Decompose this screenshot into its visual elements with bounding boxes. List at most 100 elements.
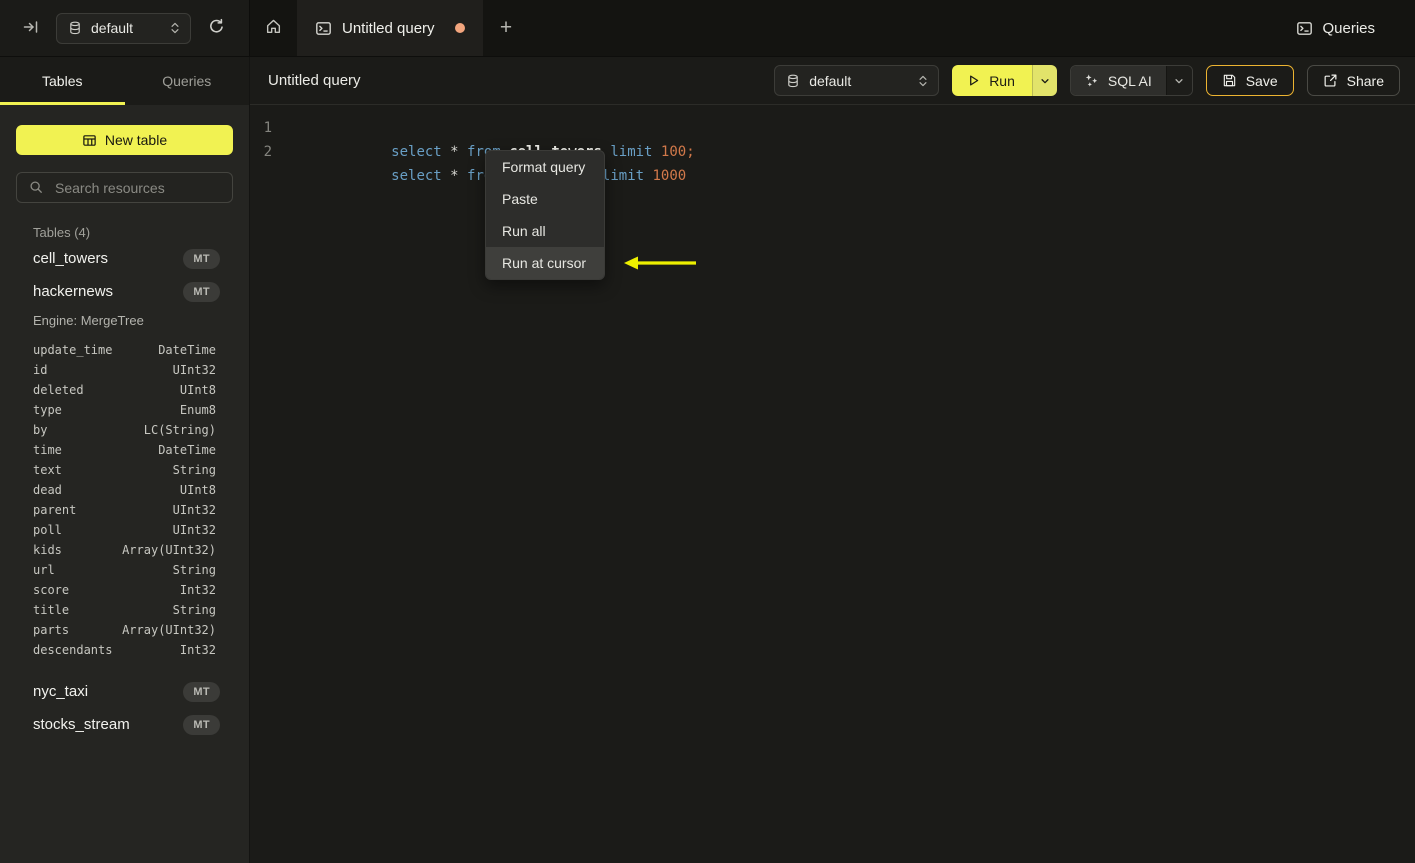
unsaved-changes-dot: [455, 23, 465, 33]
terminal-icon: [1296, 20, 1313, 37]
sql-editor[interactable]: 1 select * from cell_towers limit 100; 2…: [250, 105, 1415, 863]
table-column-row: time DateTime: [16, 440, 233, 460]
refresh-button[interactable]: [204, 14, 229, 42]
tab-label: Untitled query: [342, 19, 435, 37]
top-bar-left: default: [0, 0, 250, 56]
code-token: limit: [601, 168, 653, 184]
column-type: UInt32: [172, 523, 216, 537]
code-text: select * from cell_towers limit 100;: [290, 116, 694, 160]
sidebar-tab-queries[interactable]: Queries: [125, 57, 250, 105]
column-type: DateTime: [158, 343, 216, 357]
new-tab-button[interactable]: +: [483, 0, 529, 56]
table-column-row: dead UInt8: [16, 480, 233, 500]
collapse-sidebar-icon: [23, 19, 39, 38]
sidebar-item-cell-towers[interactable]: cell_towers MT: [16, 242, 233, 275]
column-type: UInt8: [179, 483, 216, 497]
new-table-button[interactable]: New table: [16, 125, 233, 155]
engine-badge: MT: [183, 681, 220, 702]
database-selector-top[interactable]: default: [56, 12, 191, 44]
database-icon: [68, 21, 82, 35]
share-button[interactable]: Share: [1306, 65, 1400, 96]
sql-console-app: default Untitled query + Queries Tables …: [0, 0, 1415, 863]
column-name: poll: [33, 523, 62, 537]
column-name: title: [33, 603, 70, 617]
table-column-row: update_time DateTime: [16, 340, 233, 360]
save-button[interactable]: Save: [1205, 65, 1294, 96]
sidebar-tab-tables[interactable]: Tables: [0, 57, 125, 105]
table-column-row: deleted UInt8: [16, 380, 233, 400]
save-icon: [1222, 73, 1237, 88]
column-name: update_time: [33, 343, 113, 357]
context-menu-item[interactable]: Run all: [486, 215, 604, 247]
sidebar-item-stocks-stream[interactable]: stocks_stream MT: [16, 708, 233, 741]
table-grid-icon: [82, 133, 97, 148]
sidebar-tabs: Tables Queries: [0, 57, 249, 105]
sql-ai-options-button[interactable]: [1165, 66, 1192, 95]
code-token: select: [391, 168, 451, 184]
table-column-row: poll UInt32: [16, 520, 233, 540]
database-selector-toolbar[interactable]: default: [774, 65, 940, 96]
column-name: descendants: [33, 643, 113, 657]
tab-strip: Untitled query +: [250, 0, 1296, 56]
context-menu-item[interactable]: Format query: [486, 151, 604, 183]
home-button[interactable]: [250, 0, 297, 56]
sidebar-item-nyc-taxi[interactable]: nyc_taxi MT: [16, 675, 233, 708]
sql-ai-button[interactable]: SQL AI: [1070, 66, 1166, 95]
table-name: hackernews: [33, 283, 114, 300]
code-line-1: 1 select * from cell_towers limit 100;: [250, 116, 1415, 160]
column-name: url: [33, 563, 55, 577]
table-engine-info: Engine: MergeTree: [33, 313, 144, 328]
table-column-row: kids Array(UInt32): [16, 540, 233, 560]
column-name: by: [33, 423, 48, 437]
database-icon: [786, 74, 800, 88]
table-column-row: url String: [16, 560, 233, 580]
column-type: Int32: [179, 643, 216, 657]
home-icon: [265, 18, 282, 38]
chevron-updown-icon: [918, 74, 928, 88]
table-name: nyc_taxi: [33, 683, 89, 700]
sidebar-item-hackernews[interactable]: hackernews MT: [16, 275, 233, 308]
sidebar-content: New table Tables (4) cell_towers MT hack…: [0, 105, 249, 863]
run-options-button[interactable]: [1031, 65, 1057, 96]
table-name: cell_towers: [33, 250, 109, 267]
collapse-sidebar-button[interactable]: [19, 15, 43, 42]
search-input[interactable]: [16, 172, 233, 203]
sidebar: Tables Queries New table Tables (4) cell…: [0, 57, 250, 863]
column-name: parts: [33, 623, 70, 637]
queries-button[interactable]: Queries: [1296, 20, 1375, 37]
save-button-label: Save: [1245, 72, 1278, 89]
table-column-row: by LC(String): [16, 420, 233, 440]
engine-badge: MT: [183, 248, 220, 269]
table-column-row: parts Array(UInt32): [16, 620, 233, 640]
top-bar: default Untitled query + Queries: [0, 0, 1415, 57]
column-name: id: [33, 363, 48, 377]
chevron-updown-icon: [170, 21, 180, 35]
column-type: UInt32: [172, 503, 216, 517]
tables-section-header: Tables (4): [33, 225, 91, 240]
table-columns-list: update_time DateTime id UInt32 deleted U…: [16, 340, 233, 660]
engine-badge: MT: [183, 281, 220, 302]
column-type: UInt8: [179, 383, 216, 397]
column-name: text: [33, 463, 62, 477]
share-button-label: Share: [1346, 72, 1384, 89]
table-column-row: id UInt32: [16, 360, 233, 380]
editor-context-menu: Format query Paste Run all Run at cursor: [485, 150, 605, 280]
play-icon: [967, 74, 980, 87]
run-button[interactable]: Run: [952, 65, 1032, 96]
context-menu-item[interactable]: Run at cursor: [486, 247, 604, 279]
top-bar-right: Queries: [1296, 0, 1415, 56]
code-token: 1000: [652, 168, 687, 184]
editor-header: Untitled query default Run SQL AI Save S…: [250, 57, 1415, 105]
annotation-arrow: [624, 256, 696, 270]
tab-untitled-query[interactable]: Untitled query: [297, 0, 483, 56]
database-selector-value: default: [809, 72, 852, 89]
table-column-row: descendants Int32: [16, 640, 233, 660]
search-icon: [30, 181, 42, 193]
table-column-row: type Enum8: [16, 400, 233, 420]
column-name: parent: [33, 503, 77, 517]
table-column-row: score Int32: [16, 580, 233, 600]
column-type: String: [172, 463, 216, 477]
context-menu-item[interactable]: Paste: [486, 183, 604, 215]
table-column-row: title String: [16, 600, 233, 620]
